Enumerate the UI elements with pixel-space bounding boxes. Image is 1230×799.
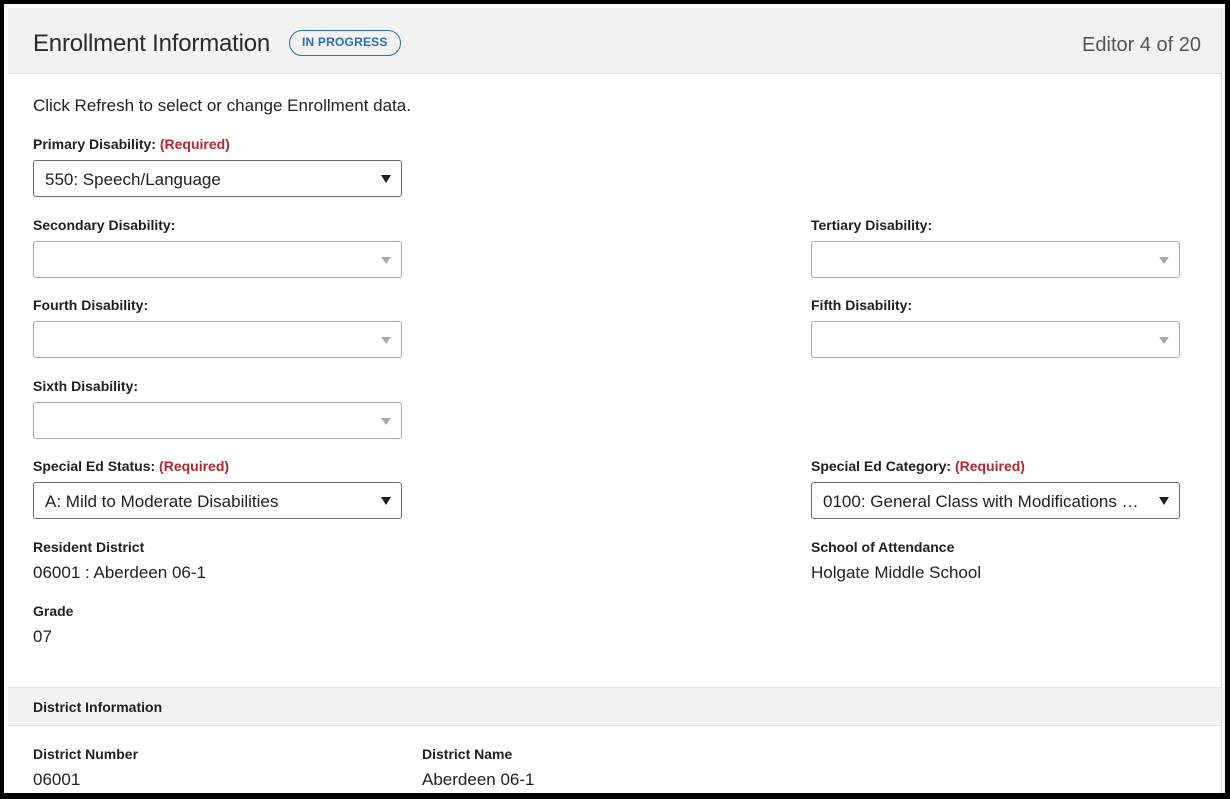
special-ed-category-select[interactable]: 0100: General Class with Modifications (… [811,482,1180,519]
dropdown-arrow-icon [1159,337,1169,344]
primary-disability-label: Primary Disability: (Required) [33,136,230,152]
required-indicator: (Required) [159,458,230,474]
primary-disability-value: 550: Speech/Language [45,170,221,189]
refresh-instructions: Click Refresh to select or change Enroll… [33,96,411,115]
district-number-value: 06001 [33,770,81,789]
editor-header: Enrollment Information IN PROGRESS Edito… [8,8,1221,74]
dropdown-arrow-icon [1159,257,1169,264]
fifth-disability-label: Fifth Disability: [811,297,913,313]
resident-district-label: Resident District [33,539,145,555]
section-title: District Information [33,699,163,715]
tertiary-disability-label: Tertiary Disability: [811,217,933,233]
scrollbar[interactable] [1221,8,1225,793]
required-indicator: (Required) [159,136,230,152]
special-ed-category-value: 0100: General Class with Modifications (… [823,492,1179,511]
grade-value: 07 [33,627,52,646]
dropdown-arrow-icon [381,337,391,344]
secondary-disability-select[interactable] [33,241,402,278]
editor-counter: Editor 4 of 20 [1082,34,1201,56]
special-ed-status-value: A: Mild to Moderate Disabilities [45,492,279,511]
tertiary-disability-select[interactable] [811,241,1180,278]
fifth-disability-select[interactable] [811,321,1180,358]
special-ed-status-select[interactable]: A: Mild to Moderate Disabilities [33,482,402,519]
school-of-attendance-label: School of Attendance [811,539,955,555]
dropdown-arrow-icon [381,418,391,425]
status-badge: IN PROGRESS [289,30,401,56]
district-name-value: Aberdeen 06-1 [422,770,535,789]
editor-frame: Enrollment Information IN PROGRESS Edito… [0,0,1230,799]
dropdown-arrow-icon [381,257,391,264]
district-number-label: District Number [33,746,139,762]
fourth-disability-select[interactable] [33,321,402,358]
special-ed-status-label: Special Ed Status: (Required) [33,458,229,474]
sixth-disability-select[interactable] [33,402,402,439]
primary-disability-label-text: Primary Disability: [33,136,156,152]
fourth-disability-label: Fourth Disability: [33,297,149,313]
primary-disability-select[interactable]: 550: Speech/Language [33,160,402,197]
school-of-attendance-value: Holgate Middle School [811,563,982,582]
district-information-header: District Information [8,687,1221,726]
sixth-disability-label: Sixth Disability: [33,378,139,394]
district-name-label: District Name [422,746,513,762]
resident-district-value: 06001 : Aberdeen 06-1 [33,563,206,582]
required-indicator: (Required) [954,458,1025,474]
dropdown-arrow-icon [381,175,391,183]
special-ed-category-label: Special Ed Category: (Required) [811,458,1025,474]
dropdown-arrow-icon [1159,497,1169,505]
secondary-disability-label: Secondary Disability: [33,217,176,233]
special-ed-category-label-text: Special Ed Category: [811,458,952,474]
grade-label: Grade [33,603,74,619]
page-title: Enrollment Information [33,30,271,57]
special-ed-status-label-text: Special Ed Status: [33,458,156,474]
dropdown-arrow-icon [381,497,391,505]
